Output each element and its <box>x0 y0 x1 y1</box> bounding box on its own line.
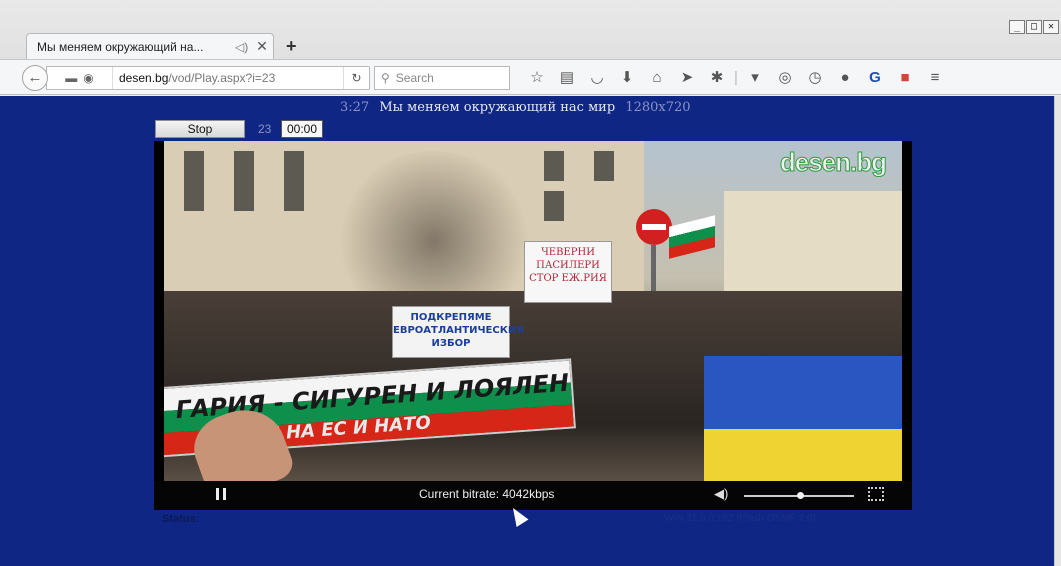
protest-sign: ПОДКРЕПЯМЕ ЕВРОАТЛАНТИЧЕСКИЯ ИЗБОР <box>392 306 524 358</box>
addon-icon[interactable]: ■ <box>890 67 920 89</box>
player-controls: Current bitrate: 4042kbps ◀) <box>154 481 912 510</box>
video-duration: 3:27 <box>340 100 370 115</box>
send-icon[interactable]: ➤ <box>672 67 702 89</box>
logo-text: desen.bg <box>779 147 887 178</box>
bitrate-text: Current bitrate: 4042kbps <box>419 487 555 501</box>
menu-icon[interactable]: ≡ <box>920 67 950 89</box>
video-frame: ЧЕВЕРНИ ПАСИЛЕРИ СТОР ЕЖ.РИЯ ПОДКРЕПЯМЕ … <box>164 141 902 481</box>
tab-strip: _ □ ✕ Мы меняем окружающий на... ◁) ✕ + <box>0 0 1061 60</box>
toolbar-icons: ☆ ▤ ◡ ⬇ ⌂ ➤ ✱ | ▾ ◎ ◷ ● G ■ ≡ <box>522 67 950 89</box>
fullscreen-icon[interactable] <box>868 487 884 501</box>
nav-bar: ▬ ◉ desen.bg/vod/Play.aspx?i=23 ↻ ← ⚲ Se… <box>0 59 1061 95</box>
home-icon[interactable]: ⌂ <box>642 67 672 89</box>
window <box>284 181 304 211</box>
url-domain: desen.bg <box>119 71 169 85</box>
video-title-line: 3:27 Мы меняем окружающий нас мир 1280x7… <box>340 100 691 115</box>
window <box>234 181 254 211</box>
translate-icon[interactable]: G <box>860 67 890 89</box>
volume-icon[interactable]: ◀) <box>714 486 728 502</box>
video-resolution: 1280x720 <box>625 100 691 115</box>
stop-button[interactable]: Stop <box>155 120 245 138</box>
globe-icon: ◉ <box>83 71 94 85</box>
url-bar[interactable]: ▬ ◉ desen.bg/vod/Play.aspx?i=23 ↻ <box>46 66 370 90</box>
close-window-button[interactable]: ✕ <box>1043 20 1059 34</box>
protest-sign: ЧЕВЕРНИ ПАСИЛЕРИ СТОР ЕЖ.РИЯ <box>524 241 612 303</box>
url-path: /vod/Play.aspx?i=23 <box>168 71 276 85</box>
flag-blue-stripe <box>704 356 902 429</box>
bulgarian-flag <box>669 215 715 259</box>
search-placeholder: Search <box>395 71 434 85</box>
record-icon[interactable]: ◎ <box>770 67 800 89</box>
chat-icon[interactable]: ● <box>830 67 860 89</box>
time-field[interactable]: 00:00 <box>281 120 323 138</box>
tab-title: Мы меняем окружающий на... <box>37 39 204 54</box>
ukrainian-flag <box>704 356 902 481</box>
toolbar-separator: | <box>734 69 738 86</box>
tab-active[interactable]: Мы меняем окружающий на... ◁) ✕ <box>26 33 274 59</box>
window <box>284 151 304 181</box>
extension-icon[interactable]: ✱ <box>702 67 732 89</box>
channel-logo: desen.bg <box>779 147 887 178</box>
scrollbar[interactable] <box>1054 96 1061 566</box>
minimize-button[interactable]: _ <box>1009 20 1025 34</box>
volume-knob[interactable] <box>797 492 804 499</box>
new-tab-button[interactable]: + <box>286 36 297 57</box>
version-info: WIN 21,0,0,182 (Flash OSMF 2.0) <box>664 513 816 524</box>
video-player[interactable]: ЧЕВЕРНИ ПАСИЛЕРИ СТОР ЕЖ.РИЯ ПОДКРЕПЯМЕ … <box>154 141 912 510</box>
window <box>184 181 204 211</box>
url-text[interactable]: desen.bg/vod/Play.aspx?i=23 <box>113 71 343 85</box>
site-identity[interactable]: ▬ ◉ <box>47 67 113 89</box>
pause-button[interactable] <box>216 488 226 500</box>
counter: 23 <box>258 122 272 136</box>
clock-icon[interactable]: ◷ <box>800 67 830 89</box>
search-icon: ⚲ <box>381 71 390 85</box>
search-input[interactable]: ⚲ Search <box>374 66 510 90</box>
browser-window: _ □ ✕ Мы меняем окружающий на... ◁) ✕ + … <box>0 0 1061 566</box>
video-title: Мы меняем окружающий нас мир <box>379 100 616 115</box>
reading-list-icon[interactable]: ▤ <box>552 67 582 89</box>
no-entry-sign <box>636 209 672 245</box>
maximize-button[interactable]: □ <box>1026 20 1042 34</box>
reload-icon[interactable]: ↻ <box>343 67 369 89</box>
close-tab-icon[interactable]: ✕ <box>251 38 273 55</box>
page-content: 3:27 Мы меняем окружающий нас мир 1280x7… <box>0 96 1054 566</box>
back-button[interactable]: ← <box>22 65 48 91</box>
status-label: Status: <box>162 513 200 525</box>
star-icon[interactable]: ☆ <box>522 67 552 89</box>
window <box>234 151 254 181</box>
window <box>544 151 564 181</box>
window <box>594 151 614 181</box>
back-arrow-icon: ← <box>27 69 43 86</box>
page-icon: ▬ <box>65 71 78 85</box>
pocket-icon[interactable]: ◡ <box>582 67 612 89</box>
flag-yellow-stripe <box>704 428 902 481</box>
speaker-icon[interactable]: ◁) <box>235 40 251 54</box>
window-controls: _ □ ✕ <box>1009 20 1059 34</box>
window <box>184 151 204 181</box>
window <box>544 191 564 221</box>
dropdown-icon[interactable]: ▾ <box>740 67 770 89</box>
download-icon[interactable]: ⬇ <box>612 67 642 89</box>
